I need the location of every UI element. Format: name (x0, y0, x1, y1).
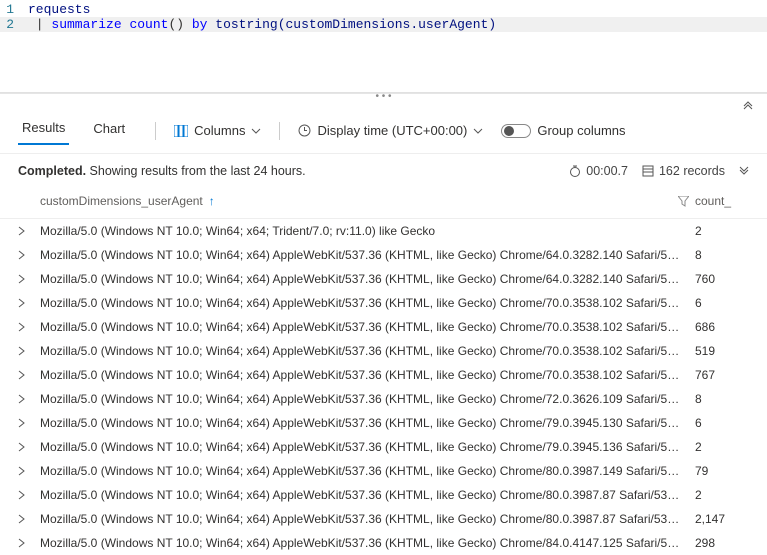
collapse-down-icon[interactable] (739, 166, 749, 176)
code-text: | summarize count() by tostring(customDi… (28, 17, 496, 32)
group-columns-label: Group columns (537, 123, 625, 138)
line-number: 1 (0, 2, 28, 17)
status-text: Completed. Showing results from the last… (18, 164, 306, 178)
expand-row-icon[interactable] (18, 538, 40, 548)
code-text: requests (28, 2, 90, 17)
expand-row-icon[interactable] (18, 250, 40, 260)
group-columns-toggle[interactable]: Group columns (495, 121, 631, 140)
sort-asc-icon: ↑ (209, 194, 215, 208)
expand-row-icon[interactable] (18, 442, 40, 452)
expand-row-icon[interactable] (18, 418, 40, 428)
cell-useragent: Mozilla/5.0 (Windows NT 10.0; Win64; x64… (40, 536, 695, 550)
header-count[interactable]: count_ (695, 194, 749, 208)
cell-count: 79 (695, 464, 749, 478)
cell-useragent: Mozilla/5.0 (Windows NT 10.0; Win64; x64… (40, 224, 695, 238)
results-toolbar: Results Chart Columns Display time (UTC+… (0, 108, 767, 154)
chevron-down-icon (473, 128, 483, 134)
cell-count: 8 (695, 392, 749, 406)
cell-count: 8 (695, 248, 749, 262)
table-row[interactable]: Mozilla/5.0 (Windows NT 10.0; Win64; x64… (0, 459, 767, 483)
cell-count: 2 (695, 224, 749, 238)
editor-line-1[interactable]: 1 requests (0, 2, 767, 17)
cell-count: 767 (695, 368, 749, 382)
editor-line-2[interactable]: 2 | summarize count() by tostring(custom… (0, 17, 767, 32)
expand-row-icon[interactable] (18, 226, 40, 236)
cell-useragent: Mozilla/5.0 (Windows NT 10.0; Win64; x64… (40, 368, 695, 382)
table-row[interactable]: Mozilla/5.0 (Windows NT 10.0; Win64; x64… (0, 339, 767, 363)
expand-row-icon[interactable] (18, 514, 40, 524)
cell-useragent: Mozilla/5.0 (Windows NT 10.0; Win64; x64… (40, 248, 695, 262)
line-number: 2 (0, 17, 28, 32)
cell-count: 2 (695, 488, 749, 502)
collapse-up-icon[interactable] (743, 100, 753, 110)
table-row[interactable]: Mozilla/5.0 (Windows NT 10.0; Win64; x64… (0, 267, 767, 291)
columns-label: Columns (194, 123, 245, 138)
cell-useragent: Mozilla/5.0 (Windows NT 10.0; Win64; x64… (40, 488, 695, 502)
cell-count: 686 (695, 320, 749, 334)
cell-count: 2 (695, 440, 749, 454)
table-row[interactable]: Mozilla/5.0 (Windows NT 10.0; Win64; x64… (0, 219, 767, 243)
cell-useragent: Mozilla/5.0 (Windows NT 10.0; Win64; x64… (40, 392, 695, 406)
display-time-label: Display time (UTC+00:00) (317, 123, 467, 138)
columns-button[interactable]: Columns (168, 121, 267, 140)
filter-icon[interactable] (678, 196, 689, 207)
cell-count: 2,147 (695, 512, 749, 526)
expand-row-icon[interactable] (18, 370, 40, 380)
separator (279, 122, 280, 140)
table-row[interactable]: Mozilla/5.0 (Windows NT 10.0; Win64; x64… (0, 291, 767, 315)
cell-useragent: Mozilla/5.0 (Windows NT 10.0; Win64; x64… (40, 416, 695, 430)
expand-row-icon[interactable] (18, 346, 40, 356)
cell-count: 298 (695, 536, 749, 550)
records-icon (642, 165, 654, 177)
stopwatch-icon (569, 165, 581, 177)
cell-useragent: Mozilla/5.0 (Windows NT 10.0; Win64; x64… (40, 344, 695, 358)
cell-count: 519 (695, 344, 749, 358)
drag-handle-icon: • • • (375, 91, 391, 102)
cell-useragent: Mozilla/5.0 (Windows NT 10.0; Win64; x64… (40, 512, 695, 526)
tab-results[interactable]: Results (18, 116, 69, 145)
columns-icon (174, 125, 188, 137)
table-row[interactable]: Mozilla/5.0 (Windows NT 10.0; Win64; x64… (0, 411, 767, 435)
panel-splitter[interactable]: • • • (0, 93, 767, 108)
table-row[interactable]: Mozilla/5.0 (Windows NT 10.0; Win64; x64… (0, 507, 767, 531)
query-editor[interactable]: 1 requests 2 | summarize count() by tost… (0, 0, 767, 93)
query-duration: 00:00.7 (569, 164, 628, 178)
table-row[interactable]: Mozilla/5.0 (Windows NT 10.0; Win64; x64… (0, 531, 767, 555)
table-row[interactable]: Mozilla/5.0 (Windows NT 10.0; Win64; x64… (0, 315, 767, 339)
expand-row-icon[interactable] (18, 490, 40, 500)
table-body: Mozilla/5.0 (Windows NT 10.0; Win64; x64… (0, 219, 767, 555)
table-row[interactable]: Mozilla/5.0 (Windows NT 10.0; Win64; x64… (0, 387, 767, 411)
cell-useragent: Mozilla/5.0 (Windows NT 10.0; Win64; x64… (40, 464, 695, 478)
table-header: customDimensions_userAgent ↑ count_ (0, 184, 767, 219)
expand-row-icon[interactable] (18, 322, 40, 332)
results-table: customDimensions_userAgent ↑ count_ Mozi… (0, 184, 767, 555)
table-row[interactable]: Mozilla/5.0 (Windows NT 10.0; Win64; x64… (0, 483, 767, 507)
table-row[interactable]: Mozilla/5.0 (Windows NT 10.0; Win64; x64… (0, 243, 767, 267)
cell-count: 6 (695, 416, 749, 430)
cell-count: 760 (695, 272, 749, 286)
toggle-off-icon (501, 124, 531, 138)
expand-row-icon[interactable] (18, 274, 40, 284)
table-row[interactable]: Mozilla/5.0 (Windows NT 10.0; Win64; x64… (0, 435, 767, 459)
cell-useragent: Mozilla/5.0 (Windows NT 10.0; Win64; x64… (40, 320, 695, 334)
expand-row-icon[interactable] (18, 394, 40, 404)
chevron-down-icon (251, 128, 261, 134)
cell-useragent: Mozilla/5.0 (Windows NT 10.0; Win64; x64… (40, 272, 695, 286)
header-useragent[interactable]: customDimensions_userAgent ↑ (40, 194, 695, 208)
separator (155, 122, 156, 140)
record-count: 162 records (642, 164, 725, 178)
cell-useragent: Mozilla/5.0 (Windows NT 10.0; Win64; x64… (40, 440, 695, 454)
display-time-button[interactable]: Display time (UTC+00:00) (292, 121, 489, 140)
cell-useragent: Mozilla/5.0 (Windows NT 10.0; Win64; x64… (40, 296, 695, 310)
table-row[interactable]: Mozilla/5.0 (Windows NT 10.0; Win64; x64… (0, 363, 767, 387)
clock-icon (298, 124, 311, 137)
expand-row-icon[interactable] (18, 466, 40, 476)
tab-chart[interactable]: Chart (89, 117, 129, 144)
cell-count: 6 (695, 296, 749, 310)
expand-row-icon[interactable] (18, 298, 40, 308)
results-meta: Completed. Showing results from the last… (0, 154, 767, 184)
